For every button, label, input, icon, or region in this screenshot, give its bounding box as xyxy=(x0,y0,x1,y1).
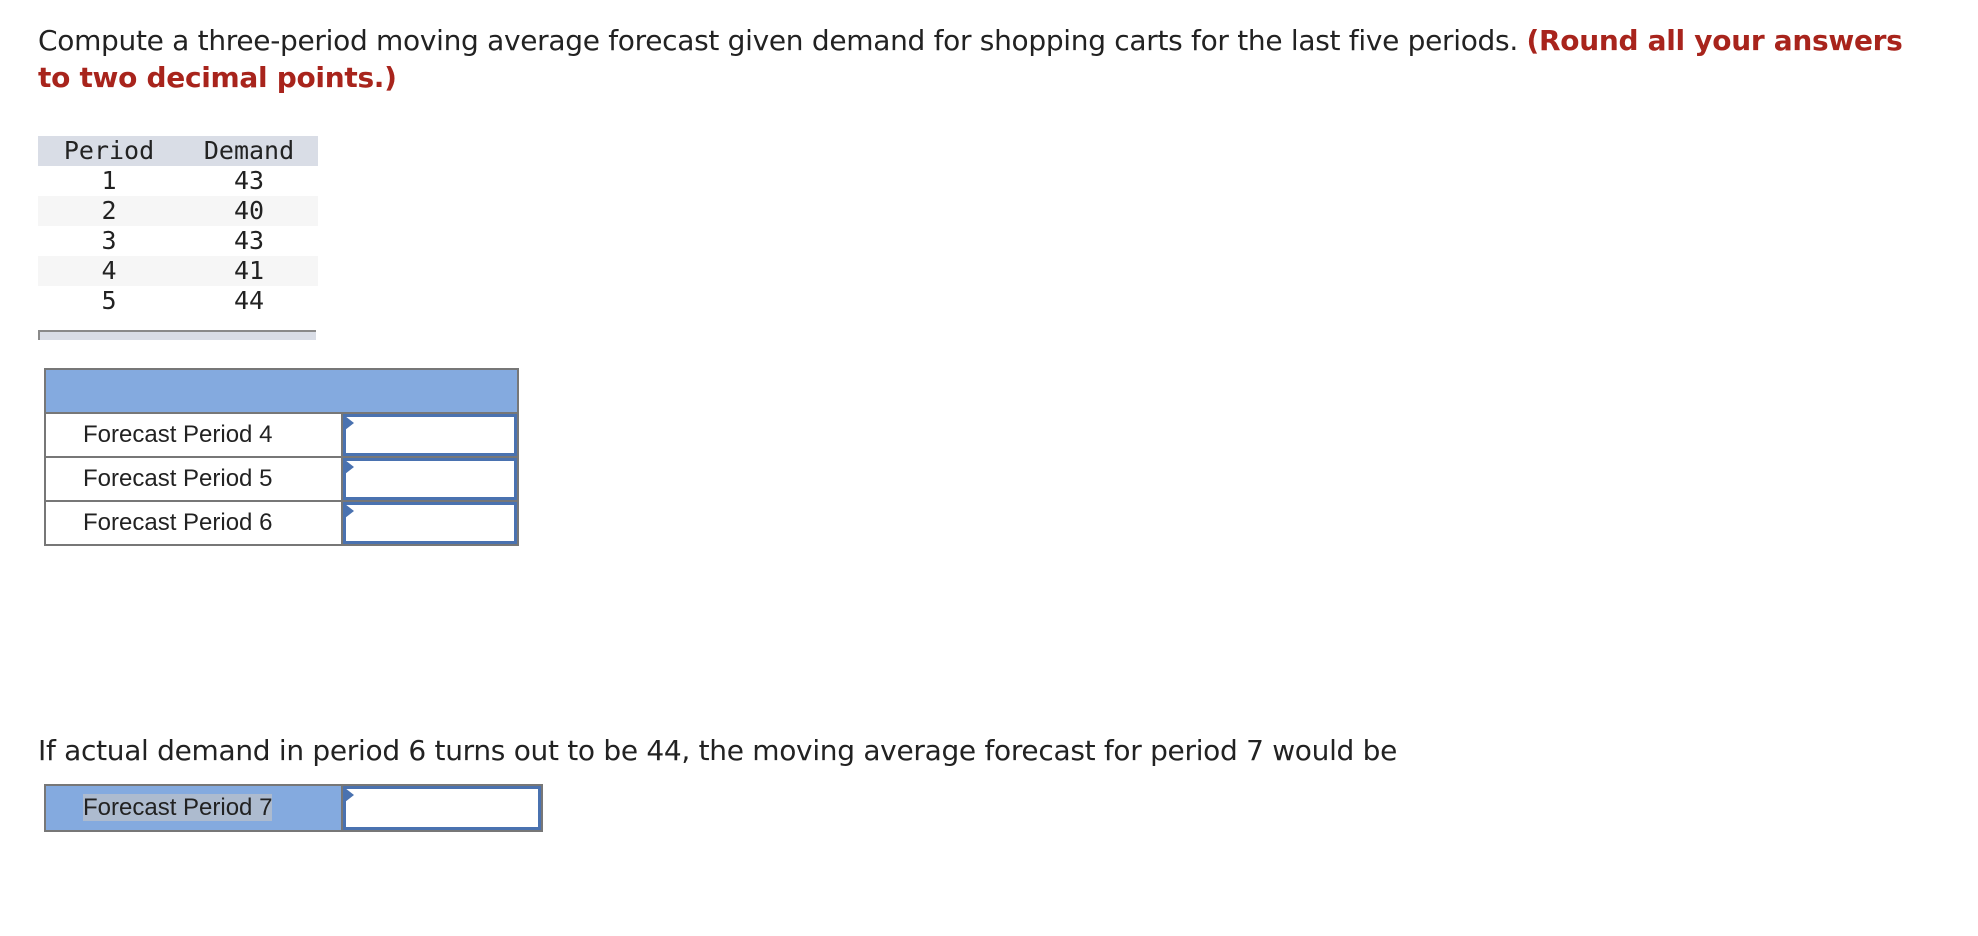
forecast-period-7-input[interactable] xyxy=(343,786,541,830)
forecast-label: Forecast Period 5 xyxy=(44,456,343,502)
forecast-input-cell xyxy=(341,456,519,502)
column-header-demand: Demand xyxy=(203,136,295,165)
forecast-input-cell xyxy=(341,412,519,458)
forecast-answer-table: Forecast Period 4 Forecast Period 5 Fore… xyxy=(44,368,519,546)
forecast-period-6-input[interactable] xyxy=(343,502,517,544)
data-row: 5 44 xyxy=(38,286,318,316)
forecast-period-4-input[interactable] xyxy=(343,414,517,456)
demand-cell: 41 xyxy=(233,256,265,285)
followup-question-text: If actual demand in period 6 turns out t… xyxy=(38,734,1398,767)
answer-table-header xyxy=(44,368,519,414)
answer-row: Forecast Period 4 xyxy=(44,412,519,458)
answer-row: Forecast Period 6 xyxy=(44,500,519,546)
demand-cell: 44 xyxy=(233,286,265,315)
data-table-footer-bar xyxy=(38,330,316,340)
answer-row: Forecast Period 7 xyxy=(44,784,543,832)
forecast-label: Forecast Period 4 xyxy=(44,412,343,458)
question-body: Compute a three-period moving average fo… xyxy=(38,24,1527,57)
demand-cell: 43 xyxy=(233,226,265,255)
question-text: Compute a three-period moving average fo… xyxy=(38,22,1938,96)
demand-cell: 43 xyxy=(233,166,265,195)
period-cell: 3 xyxy=(101,226,117,255)
period-cell: 5 xyxy=(101,286,117,315)
period-cell: 2 xyxy=(101,196,117,225)
data-row: 3 43 xyxy=(38,226,318,256)
forecast-period-7-table: Forecast Period 7 xyxy=(44,784,543,832)
demand-data-table: Period Demand 1 43 2 40 3 43 4 41 5 44 xyxy=(38,136,318,316)
forecast-label-cell: Forecast Period 7 xyxy=(44,784,343,832)
data-table-header-row: Period Demand xyxy=(38,136,318,166)
data-row: 2 40 xyxy=(38,196,318,226)
forecast-label: Forecast Period 7 xyxy=(83,794,273,821)
period-cell: 4 xyxy=(101,256,117,285)
forecast-input-cell xyxy=(341,500,519,546)
data-row: 4 41 xyxy=(38,256,318,286)
column-header-period: Period xyxy=(63,136,155,165)
answer-row: Forecast Period 5 xyxy=(44,456,519,502)
period-cell: 1 xyxy=(101,166,117,195)
data-row: 1 43 xyxy=(38,166,318,196)
forecast-label: Forecast Period 6 xyxy=(44,500,343,546)
answer-table-header-row xyxy=(44,368,519,414)
forecast-input-cell xyxy=(341,784,543,832)
forecast-period-5-input[interactable] xyxy=(343,458,517,500)
demand-cell: 40 xyxy=(233,196,265,225)
